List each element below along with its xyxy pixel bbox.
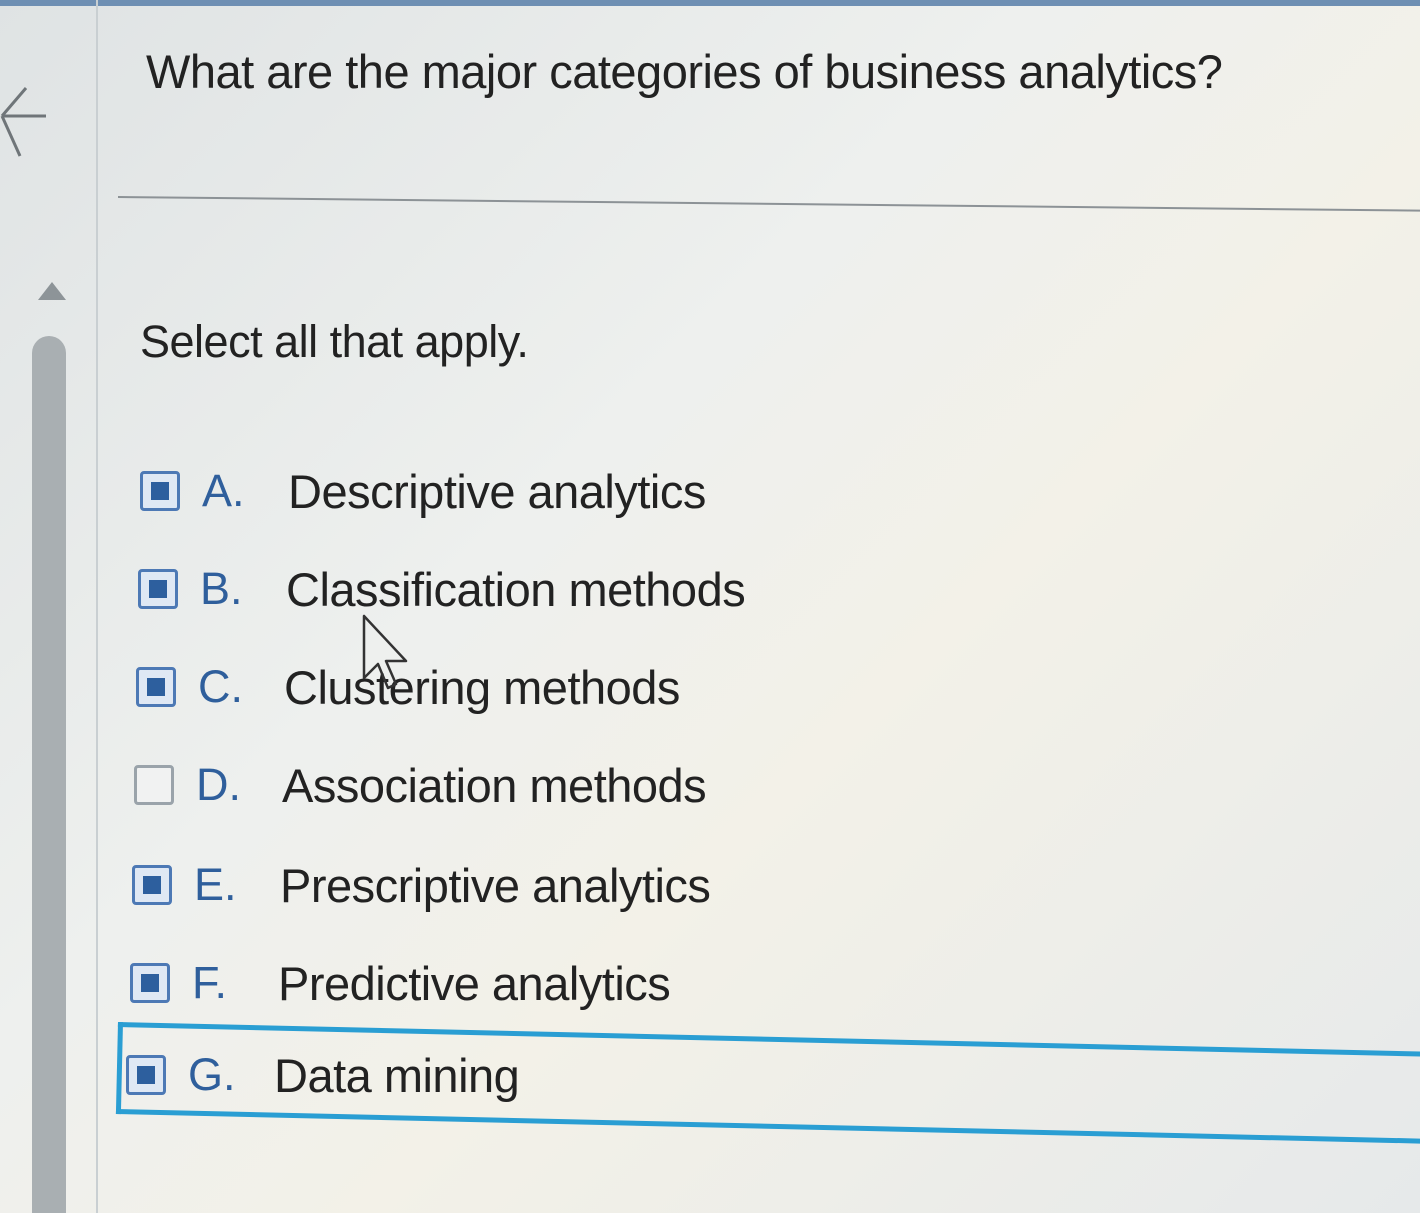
answer-options: A. Descriptive analytics B. Classificati… [0, 0, 1420, 1213]
checkbox-checked-icon[interactable] [130, 963, 170, 1003]
option-letter: E. [194, 859, 237, 910]
quiz-screen: What are the major categories of busines… [0, 0, 1420, 1213]
option-label: Predictive analytics [278, 956, 671, 1010]
option-label: Association methods [282, 758, 707, 812]
option-letter: C. [198, 661, 243, 712]
option-letter: F. [192, 957, 228, 1008]
option-label: Descriptive analytics [288, 464, 706, 518]
option-letter: B. [200, 563, 243, 614]
option-label: Prescriptive analytics [280, 858, 711, 912]
checkbox-checked-icon[interactable] [140, 471, 180, 511]
checkbox-checked-icon[interactable] [132, 865, 172, 905]
option-e[interactable]: E. Prescriptive analytics [132, 850, 711, 920]
option-letter: D. [196, 759, 241, 810]
focus-ring [115, 1022, 1420, 1144]
option-label: Clustering methods [284, 660, 680, 714]
option-letter: A. [202, 465, 245, 516]
checkbox-unchecked-icon[interactable] [134, 765, 174, 805]
option-f[interactable]: F. Predictive analytics [130, 948, 671, 1018]
option-d[interactable]: D. Association methods [134, 750, 707, 820]
option-c[interactable]: C. Clustering methods [136, 652, 680, 722]
option-b[interactable]: B. Classification methods [138, 554, 746, 624]
option-a[interactable]: A. Descriptive analytics [140, 456, 706, 526]
option-label: Classification methods [286, 562, 746, 616]
checkbox-checked-icon[interactable] [136, 667, 176, 707]
checkbox-checked-icon[interactable] [138, 569, 178, 609]
